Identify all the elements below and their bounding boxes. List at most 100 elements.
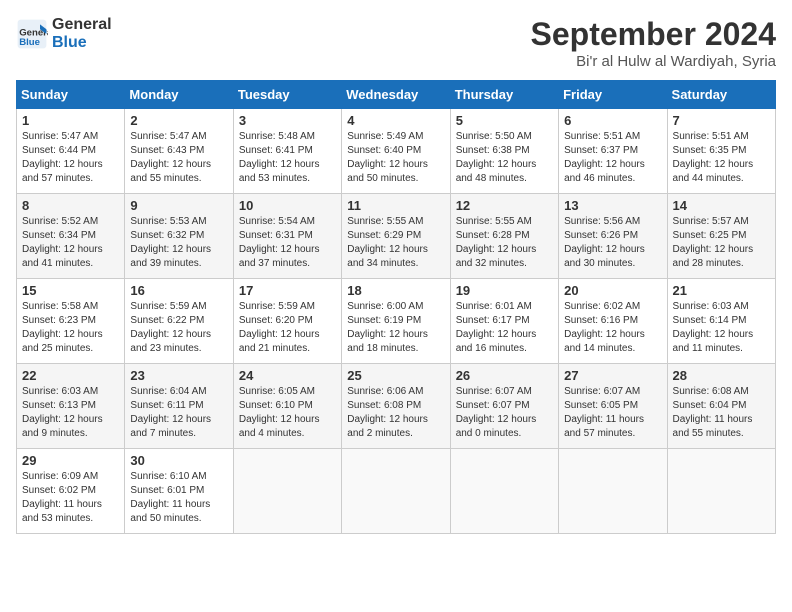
day-number: 24 [239,368,336,383]
day-number: 1 [22,113,119,128]
day-number: 17 [239,283,336,298]
title-section: September 2024 Bi'r al Hulw al Wardiyah,… [531,16,776,70]
calendar-cell [450,449,558,534]
calendar-cell: 1 Sunrise: 5:47 AMSunset: 6:44 PMDaylight… [17,109,125,194]
day-number: 22 [22,368,119,383]
day-number: 30 [130,453,227,468]
day-number: 19 [456,283,553,298]
calendar-cell: 3 Sunrise: 5:48 AMSunset: 6:41 PMDaylight… [233,109,341,194]
col-sunday: Sunday [17,81,125,109]
day-info: Sunrise: 5:57 AMSunset: 6:25 PMDaylight:… [673,215,770,271]
day-info: Sunrise: 5:47 AMSunset: 6:43 PMDaylight:… [130,130,227,186]
day-info: Sunrise: 5:53 AMSunset: 6:32 PMDaylight:… [130,215,227,271]
calendar-cell: 12Sunrise: 5:55 AMSunset: 6:28 PMDayligh… [450,194,558,279]
calendar-week-4: 22 Sunrise: 6:03 AMSunset: 6:13 PMDayligh… [17,364,776,449]
calendar-cell: 19Sunrise: 6:01 AMSunset: 6:17 PMDayligh… [450,279,558,364]
logo-text-line1: General [52,16,112,34]
calendar-cell [667,449,775,534]
day-info: Sunrise: 6:03 AMSunset: 6:13 PMDaylight:… [22,385,119,441]
calendar-cell: 20 Sunrise: 6:02 AMSunset: 6:16 PMDayligh… [559,279,667,364]
calendar-cell: 7 Sunrise: 5:51 AMSunset: 6:35 PMDaylight… [667,109,775,194]
calendar-cell: 23 Sunrise: 6:04 AMSunset: 6:11 PMDayligh… [125,364,233,449]
day-info: Sunrise: 6:09 AMSunset: 6:02 PMDaylight:… [22,470,119,526]
calendar-cell: 28 Sunrise: 6:08 AMSunset: 6:04 PMDayligh… [667,364,775,449]
calendar-cell: 14 Sunrise: 5:57 AMSunset: 6:25 PMDayligh… [667,194,775,279]
day-number: 13 [564,198,661,213]
day-info: Sunrise: 5:51 AMSunset: 6:35 PMDaylight:… [673,130,770,186]
location-title: Bi'r al Hulw al Wardiyah, Syria [531,53,776,70]
calendar-cell: 15 Sunrise: 5:58 AMSunset: 6:23 PMDayligh… [17,279,125,364]
header-row: Sunday Monday Tuesday Wednesday Thursday… [17,81,776,109]
day-info: Sunrise: 6:08 AMSunset: 6:04 PMDaylight:… [673,385,770,441]
day-number: 3 [239,113,336,128]
day-number: 27 [564,368,661,383]
day-info: Sunrise: 6:05 AMSunset: 6:10 PMDaylight:… [239,385,336,441]
calendar-cell: 6 Sunrise: 5:51 AMSunset: 6:37 PMDaylight… [559,109,667,194]
logo-text-line2: Blue [52,34,112,52]
day-info: Sunrise: 5:49 AMSunset: 6:40 PMDaylight:… [347,130,444,186]
calendar-week-1: 1 Sunrise: 5:47 AMSunset: 6:44 PMDaylight… [17,109,776,194]
calendar-week-3: 15 Sunrise: 5:58 AMSunset: 6:23 PMDayligh… [17,279,776,364]
calendar-cell: 27 Sunrise: 6:07 AMSunset: 6:05 PMDayligh… [559,364,667,449]
day-info: Sunrise: 5:48 AMSunset: 6:41 PMDaylight:… [239,130,336,186]
day-number: 11 [347,198,444,213]
day-info: Sunrise: 5:58 AMSunset: 6:23 PMDaylight:… [22,300,119,356]
day-number: 15 [22,283,119,298]
day-info: Sunrise: 5:51 AMSunset: 6:37 PMDaylight:… [564,130,661,186]
calendar-table: Sunday Monday Tuesday Wednesday Thursday… [16,80,776,534]
day-info: Sunrise: 5:59 AMSunset: 6:20 PMDaylight:… [239,300,336,356]
day-info: Sunrise: 6:03 AMSunset: 6:14 PMDaylight:… [673,300,770,356]
calendar-cell: 5Sunrise: 5:50 AMSunset: 6:38 PMDaylight… [450,109,558,194]
calendar-cell: 21Sunrise: 6:03 AMSunset: 6:14 PMDayligh… [667,279,775,364]
day-info: Sunrise: 5:50 AMSunset: 6:38 PMDaylight:… [456,130,553,186]
calendar-week-5: 29 Sunrise: 6:09 AMSunset: 6:02 PMDayligh… [17,449,776,534]
day-info: Sunrise: 6:06 AMSunset: 6:08 PMDaylight:… [347,385,444,441]
col-thursday: Thursday [450,81,558,109]
col-saturday: Saturday [667,81,775,109]
day-number: 10 [239,198,336,213]
day-number: 26 [456,368,553,383]
day-info: Sunrise: 6:07 AMSunset: 6:05 PMDaylight:… [564,385,661,441]
day-number: 16 [130,283,227,298]
day-number: 23 [130,368,227,383]
day-number: 28 [673,368,770,383]
calendar-week-2: 8 Sunrise: 5:52 AMSunset: 6:34 PMDaylight… [17,194,776,279]
calendar-cell: 25 Sunrise: 6:06 AMSunset: 6:08 PMDayligh… [342,364,450,449]
header: General Blue General Blue September 2024… [16,16,776,70]
day-info: Sunrise: 5:56 AMSunset: 6:26 PMDaylight:… [564,215,661,271]
day-number: 2 [130,113,227,128]
day-number: 14 [673,198,770,213]
day-info: Sunrise: 5:52 AMSunset: 6:34 PMDaylight:… [22,215,119,271]
day-number: 8 [22,198,119,213]
svg-text:Blue: Blue [19,37,40,48]
day-info: Sunrise: 5:54 AMSunset: 6:31 PMDaylight:… [239,215,336,271]
day-number: 6 [564,113,661,128]
calendar-cell: 10 Sunrise: 5:54 AMSunset: 6:31 PMDayligh… [233,194,341,279]
day-info: Sunrise: 6:02 AMSunset: 6:16 PMDaylight:… [564,300,661,356]
day-info: Sunrise: 6:10 AMSunset: 6:01 PMDaylight:… [130,470,227,526]
day-number: 25 [347,368,444,383]
day-info: Sunrise: 5:47 AMSunset: 6:44 PMDaylight:… [22,130,119,186]
day-info: Sunrise: 5:59 AMSunset: 6:22 PMDaylight:… [130,300,227,356]
calendar-cell: 29 Sunrise: 6:09 AMSunset: 6:02 PMDayligh… [17,449,125,534]
day-number: 29 [22,453,119,468]
col-friday: Friday [559,81,667,109]
day-number: 4 [347,113,444,128]
logo-icon: General Blue [16,18,48,50]
calendar-cell [342,449,450,534]
calendar-cell: 26Sunrise: 6:07 AMSunset: 6:07 PMDayligh… [450,364,558,449]
col-wednesday: Wednesday [342,81,450,109]
calendar-cell: 9 Sunrise: 5:53 AMSunset: 6:32 PMDaylight… [125,194,233,279]
day-number: 20 [564,283,661,298]
day-info: Sunrise: 5:55 AMSunset: 6:28 PMDaylight:… [456,215,553,271]
calendar-cell: 13 Sunrise: 5:56 AMSunset: 6:26 PMDayligh… [559,194,667,279]
col-tuesday: Tuesday [233,81,341,109]
calendar-cell: 22 Sunrise: 6:03 AMSunset: 6:13 PMDayligh… [17,364,125,449]
day-info: Sunrise: 6:04 AMSunset: 6:11 PMDaylight:… [130,385,227,441]
day-info: Sunrise: 5:55 AMSunset: 6:29 PMDaylight:… [347,215,444,271]
day-number: 7 [673,113,770,128]
day-number: 9 [130,198,227,213]
calendar-cell: 30 Sunrise: 6:10 AMSunset: 6:01 PMDayligh… [125,449,233,534]
calendar-cell: 2 Sunrise: 5:47 AMSunset: 6:43 PMDaylight… [125,109,233,194]
calendar-cell: 4 Sunrise: 5:49 AMSunset: 6:40 PMDaylight… [342,109,450,194]
